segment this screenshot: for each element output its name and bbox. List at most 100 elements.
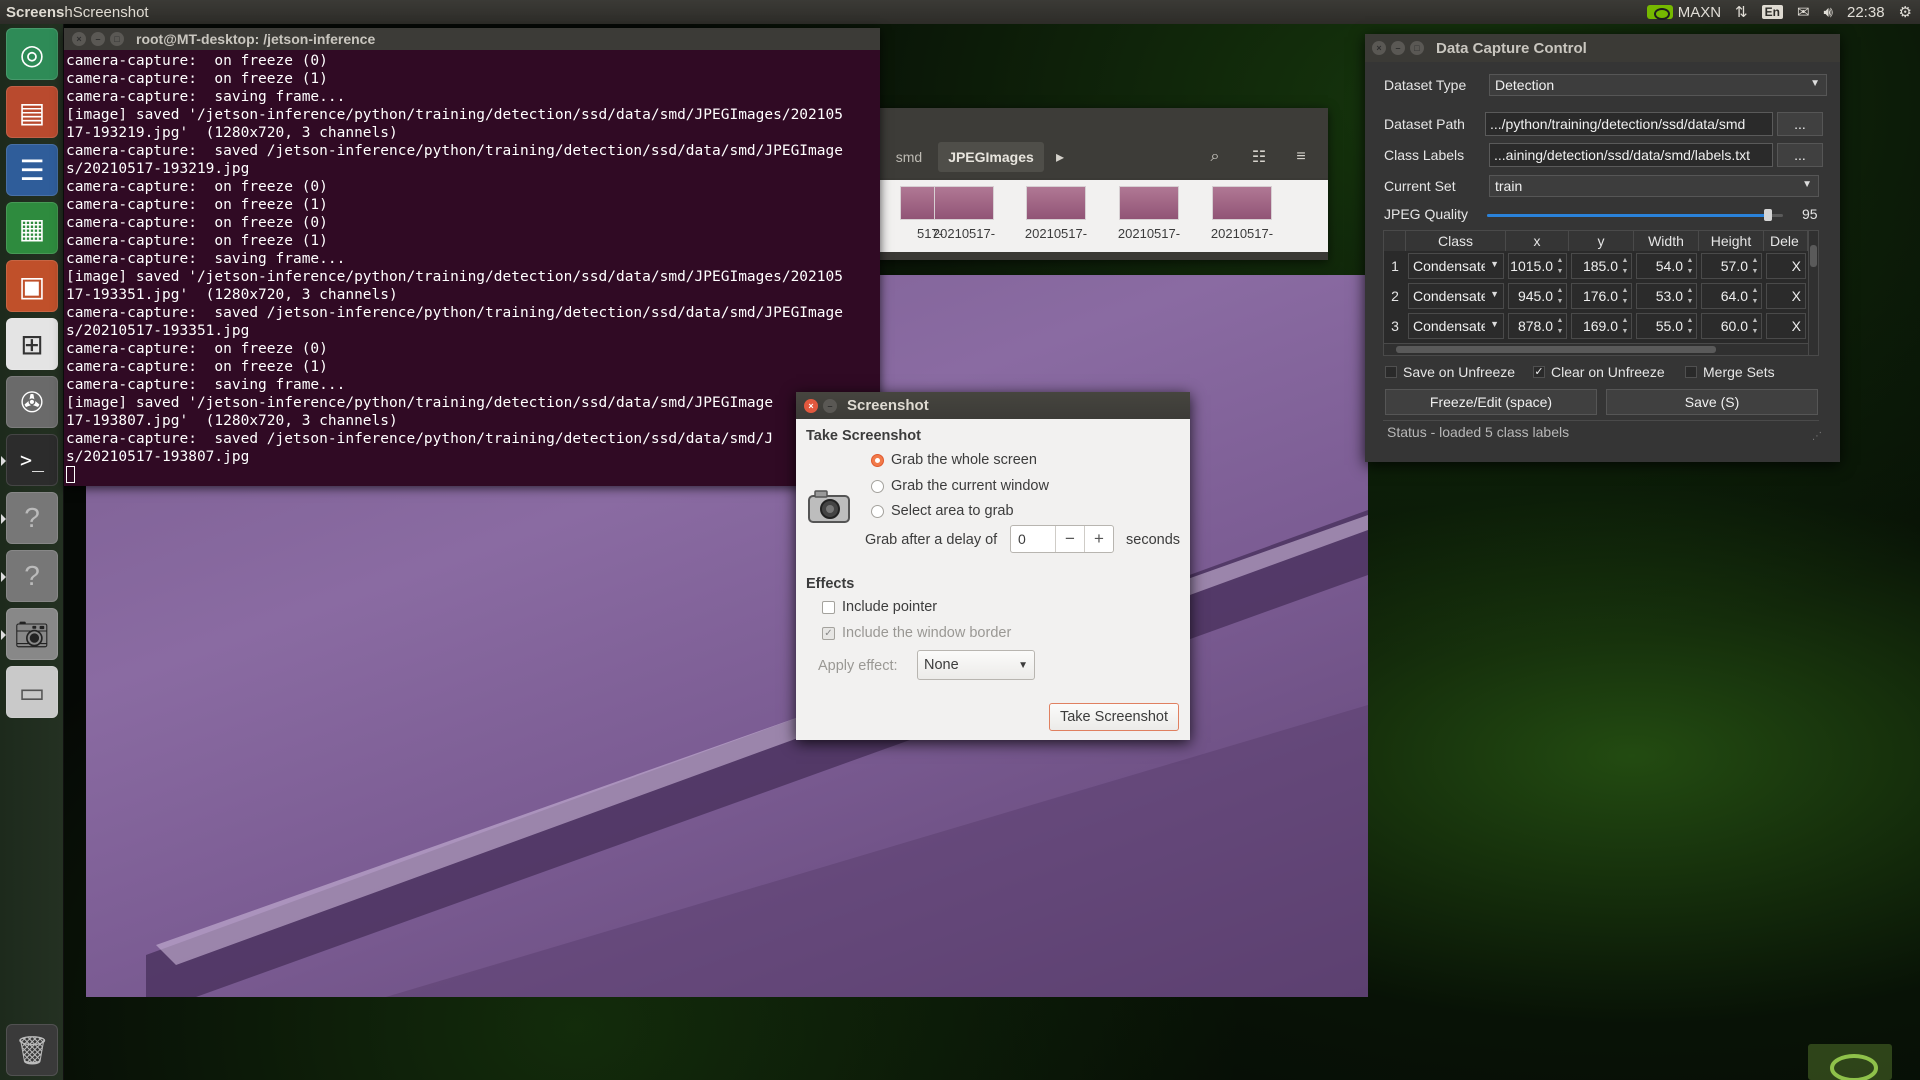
launcher-settings[interactable]: ✇ xyxy=(6,376,58,428)
width-spinbox[interactable]: 53.0 ▲ ▼ xyxy=(1636,283,1697,309)
maximize-icon[interactable]: □ xyxy=(1410,41,1424,55)
column-header-delete[interactable]: Dele xyxy=(1764,231,1808,251)
launcher-ubuntu-software[interactable]: ◎ xyxy=(6,28,58,80)
take-screenshot-button[interactable]: Take Screenshot xyxy=(1049,703,1179,731)
launcher-text-editor[interactable]: ☰ xyxy=(6,144,58,196)
launcher-drive[interactable]: ▭ xyxy=(6,666,58,718)
spin-arrows-icon[interactable]: ▲ ▼ xyxy=(1750,255,1760,277)
system-menu[interactable]: ⚙ xyxy=(1899,3,1912,21)
keyboard-indicator[interactable]: En xyxy=(1761,5,1783,19)
column-header-x[interactable]: x xyxy=(1506,231,1569,251)
close-icon[interactable]: × xyxy=(1372,41,1386,55)
clock[interactable]: 22:38 xyxy=(1847,4,1885,21)
y-spinbox[interactable]: 185.0 ▲ ▼ xyxy=(1571,253,1632,279)
slider-handle[interactable] xyxy=(1764,209,1773,221)
spin-arrows-icon[interactable]: ▲ ▼ xyxy=(1555,285,1565,307)
x-spinbox[interactable]: 878.0 ▲ ▼ xyxy=(1508,313,1567,339)
close-icon[interactable]: × xyxy=(72,32,86,46)
launcher-trash[interactable]: 🗑︎ xyxy=(6,1024,58,1076)
delay-increment-button[interactable]: + xyxy=(1084,526,1113,552)
launcher-store[interactable]: ⊞ xyxy=(6,318,58,370)
column-header-class[interactable]: Class xyxy=(1406,231,1506,251)
merge-sets-option[interactable]: Merge Sets xyxy=(1685,364,1775,380)
menu-button[interactable]: ≡ xyxy=(1284,142,1318,172)
select-area-option[interactable]: Select area to grab xyxy=(871,503,1014,519)
mail-indicator[interactable]: ✉ xyxy=(1797,3,1810,21)
spin-arrows-icon[interactable]: ▲ ▼ xyxy=(1685,255,1695,277)
column-header-width[interactable]: Width xyxy=(1634,231,1699,251)
grab-whole-screen-option[interactable]: Grab the whole screen xyxy=(871,452,1037,468)
launcher-unknown-app[interactable]: ? xyxy=(1,492,58,544)
terminal-titlebar[interactable]: × – □ root@MT-desktop: /jetson-inference xyxy=(64,28,880,50)
y-spinbox[interactable]: 169.0 ▲ ▼ xyxy=(1571,313,1632,339)
jpeg-quality-slider[interactable] xyxy=(1487,209,1783,221)
terminal-output[interactable]: camera-capture: on freeze (0) camera-capt… xyxy=(64,50,880,484)
freeze-edit-button[interactable]: Freeze/Edit (space) xyxy=(1385,389,1597,415)
class-select[interactable]: Condensate ▼ xyxy=(1408,283,1504,309)
screenshot-titlebar[interactable]: × – Screenshot xyxy=(796,392,1190,419)
height-spinbox[interactable]: 57.0 ▲ ▼ xyxy=(1701,253,1762,279)
spin-arrows-icon[interactable]: ▲ ▼ xyxy=(1620,255,1630,277)
save-button[interactable]: Save (S) xyxy=(1606,389,1818,415)
width-spinbox[interactable]: 54.0 ▲ ▼ xyxy=(1636,253,1697,279)
save-on-unfreeze-checkbox[interactable] xyxy=(1385,366,1397,378)
x-spinbox[interactable]: 1015.0 ▲ ▼ xyxy=(1508,253,1567,279)
include-pointer-option[interactable]: Include pointer xyxy=(822,599,937,615)
spin-arrows-icon[interactable]: ▲ ▼ xyxy=(1750,315,1760,337)
save-on-unfreeze-option[interactable]: Save on Unfreeze xyxy=(1385,364,1515,380)
close-icon[interactable]: × xyxy=(804,398,818,413)
terminal-window[interactable]: × – □ root@MT-desktop: /jetson-inference… xyxy=(64,28,880,486)
height-spinbox[interactable]: 64.0 ▲ ▼ xyxy=(1701,283,1762,309)
image-thumbnail[interactable] xyxy=(1212,186,1272,220)
breadcrumb-smd[interactable]: smd xyxy=(886,142,932,172)
breadcrumb-next-arrow[interactable]: ▸ xyxy=(1050,142,1070,172)
image-thumbnail[interactable] xyxy=(934,186,994,220)
spin-arrows-icon[interactable]: ▲ ▼ xyxy=(1620,315,1630,337)
clear-on-unfreeze-option[interactable]: ✓ Clear on Unfreeze xyxy=(1533,364,1665,380)
spin-arrows-icon[interactable]: ▲ ▼ xyxy=(1750,285,1760,307)
clear-on-unfreeze-checkbox[interactable]: ✓ xyxy=(1533,366,1545,378)
include-pointer-checkbox[interactable] xyxy=(822,600,835,614)
class-labels-browse-button[interactable]: ... xyxy=(1777,143,1823,167)
current-set-select[interactable]: train ▼ xyxy=(1489,175,1819,197)
vertical-scrollbar[interactable] xyxy=(1808,231,1818,355)
minimize-icon[interactable]: – xyxy=(823,398,837,413)
spin-arrows-icon[interactable]: ▲ ▼ xyxy=(1555,255,1565,277)
column-header-y[interactable]: y xyxy=(1569,231,1634,251)
launcher-unknown-app-2[interactable]: ? xyxy=(1,550,58,602)
spin-arrows-icon[interactable]: ▲ ▼ xyxy=(1685,285,1695,307)
search-button[interactable]: ⌕ xyxy=(1198,142,1232,172)
power-mode-indicator[interactable]: MAXN xyxy=(1646,4,1721,21)
column-header-height[interactable]: Height xyxy=(1699,231,1764,251)
class-labels-field[interactable]: ...aining/detection/ssd/data/smd/labels.… xyxy=(1489,143,1773,167)
radio-unselected[interactable] xyxy=(871,504,884,518)
radio-selected[interactable] xyxy=(871,453,884,467)
network-indicator[interactable]: ⇅ xyxy=(1735,3,1748,21)
class-select[interactable]: Condensate ▼ xyxy=(1408,313,1504,339)
delete-row-button[interactable]: X xyxy=(1766,283,1806,309)
delete-row-button[interactable]: X xyxy=(1766,253,1806,279)
x-spinbox[interactable]: 945.0 ▲ ▼ xyxy=(1508,283,1567,309)
breadcrumb-jpegimages[interactable]: JPEGImages xyxy=(938,142,1044,172)
sound-indicator[interactable]: 🔊︎ xyxy=(1824,4,1833,21)
height-spinbox[interactable]: 60.0 ▲ ▼ xyxy=(1701,313,1762,339)
resize-grip-icon[interactable]: ⋰ xyxy=(1812,431,1822,442)
spin-arrows-icon[interactable]: ▲ ▼ xyxy=(1555,315,1565,337)
minimize-icon[interactable]: – xyxy=(1391,41,1405,55)
class-select[interactable]: Condensate ▼ xyxy=(1408,253,1504,279)
width-spinbox[interactable]: 55.0 ▲ ▼ xyxy=(1636,313,1697,339)
radio-unselected[interactable] xyxy=(871,479,884,493)
launcher-files[interactable]: ▤ xyxy=(6,86,58,138)
delete-row-button[interactable]: X xyxy=(1766,313,1806,339)
maximize-icon[interactable]: □ xyxy=(110,32,124,46)
spin-arrows-icon[interactable]: ▲ ▼ xyxy=(1620,285,1630,307)
delay-value[interactable]: 0 xyxy=(1011,526,1055,552)
dcc-titlebar[interactable]: × – □ Data Capture Control xyxy=(1365,34,1840,62)
merge-sets-checkbox[interactable] xyxy=(1685,366,1697,378)
delay-stepper[interactable]: 0 − + xyxy=(1010,525,1114,553)
launcher-screenshot[interactable]: 📷︎ xyxy=(1,608,58,660)
dataset-path-field[interactable]: .../python/training/detection/ssd/data/s… xyxy=(1485,112,1773,136)
horizontal-scrollbar[interactable] xyxy=(1384,343,1808,355)
scrollbar-thumb[interactable] xyxy=(1396,346,1716,353)
image-thumbnail[interactable] xyxy=(1119,186,1179,220)
